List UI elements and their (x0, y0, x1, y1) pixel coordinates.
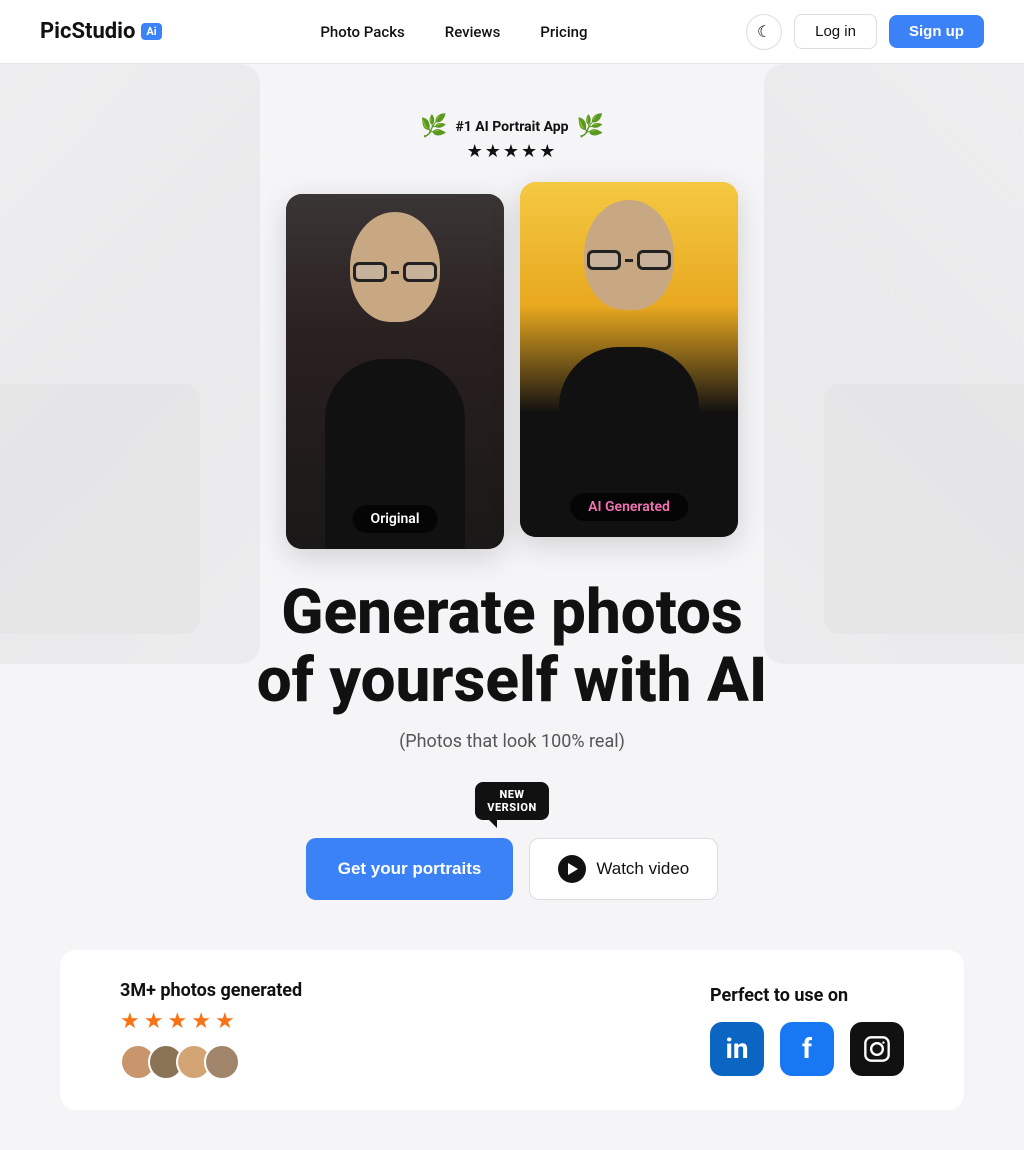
social-icons: in f (710, 1022, 904, 1076)
hero-title: Generate photos of yourself with AI (0, 579, 1024, 715)
facebook-letter: f (802, 1032, 812, 1065)
proof-stars: ★ ★ ★ ★ ★ (120, 1009, 302, 1034)
ai-figure (520, 182, 738, 537)
star-4: ★ (191, 1009, 211, 1034)
logo-text: PicStudio (40, 19, 135, 44)
award-text: #1 AI Portrait App (455, 119, 568, 135)
new-version-line2: VERSION (487, 801, 536, 814)
hero-subtitle: (Photos that look 100% real) (0, 731, 1024, 752)
original-card-label: Original (353, 505, 438, 533)
get-portraits-button[interactable]: Get your portraits (306, 838, 514, 900)
avatar-row (120, 1044, 302, 1080)
new-version-badge: NEW VERSION (475, 782, 548, 820)
laurel-left-icon: 🌿 (420, 114, 447, 139)
perfect-label: Perfect to use on (710, 985, 904, 1006)
ai-portrait-card: AI Generated (520, 182, 738, 537)
new-version-line1: NEW (499, 788, 524, 801)
star-2: ★ (144, 1009, 164, 1034)
theme-toggle-button[interactable]: ☾ (746, 14, 782, 50)
star-5: ★ (215, 1009, 235, 1034)
hero-title-line2: of yourself with AI (257, 644, 768, 717)
star-1: ★ (120, 1009, 140, 1034)
award-badge: 🌿 #1 AI Portrait App 🌿 ★★★★★ (420, 114, 604, 162)
hero-title-line1: Generate photos (281, 576, 743, 649)
original-figure (286, 194, 504, 549)
signup-button[interactable]: Sign up (889, 15, 984, 48)
play-icon (558, 855, 586, 883)
facebook-icon[interactable]: f (780, 1022, 834, 1076)
laurel-right-icon: 🌿 (577, 114, 604, 139)
hero-section: 🌿 #1 AI Portrait App 🌿 ★★★★★ Original (0, 64, 1024, 1150)
nav-reviews[interactable]: Reviews (445, 23, 501, 41)
right-lens-ai (637, 250, 671, 270)
moon-icon: ☾ (757, 22, 771, 42)
instagram-icon[interactable] (850, 1022, 904, 1076)
social-proof-strip: 3M+ photos generated ★ ★ ★ ★ ★ Perfect t… (60, 950, 964, 1110)
cta-buttons: Get your portraits Watch video (0, 838, 1024, 900)
glasses-original (353, 262, 437, 282)
logo[interactable]: PicStudio Ai (40, 19, 162, 44)
linkedin-letter: in (725, 1032, 748, 1065)
ai-card-label: AI Generated (570, 493, 688, 521)
avatar-4 (204, 1044, 240, 1080)
nav-links: Photo Packs Reviews Pricing (320, 23, 587, 41)
navbar: PicStudio Ai Photo Packs Reviews Pricing… (0, 0, 1024, 64)
photos-count: 3M+ photos generated (120, 980, 302, 1001)
right-lens (403, 262, 437, 282)
nose-bridge (391, 271, 399, 274)
linkedin-icon[interactable]: in (710, 1022, 764, 1076)
nose-bridge-ai (625, 259, 633, 262)
original-portrait-card: Original (286, 194, 504, 549)
login-button[interactable]: Log in (794, 14, 877, 49)
proof-right: Perfect to use on in f (710, 985, 904, 1076)
star-3: ★ (167, 1009, 187, 1034)
proof-left: 3M+ photos generated ★ ★ ★ ★ ★ (120, 980, 302, 1080)
glasses-ai (587, 250, 671, 270)
new-version-wrapper: NEW VERSION (475, 782, 548, 820)
award-stars: ★★★★★ (467, 141, 558, 162)
nav-photo-packs[interactable]: Photo Packs (320, 23, 404, 41)
nav-pricing[interactable]: Pricing (540, 23, 587, 41)
nav-right: ☾ Log in Sign up (746, 14, 984, 50)
play-triangle-icon (568, 863, 578, 875)
watch-video-button[interactable]: Watch video (529, 838, 718, 900)
watch-video-label: Watch video (596, 859, 689, 879)
left-lens-ai (587, 250, 621, 270)
logo-ai-badge: Ai (141, 23, 161, 40)
portrait-cards: Original AI Generated (0, 182, 1024, 549)
left-lens (353, 262, 387, 282)
